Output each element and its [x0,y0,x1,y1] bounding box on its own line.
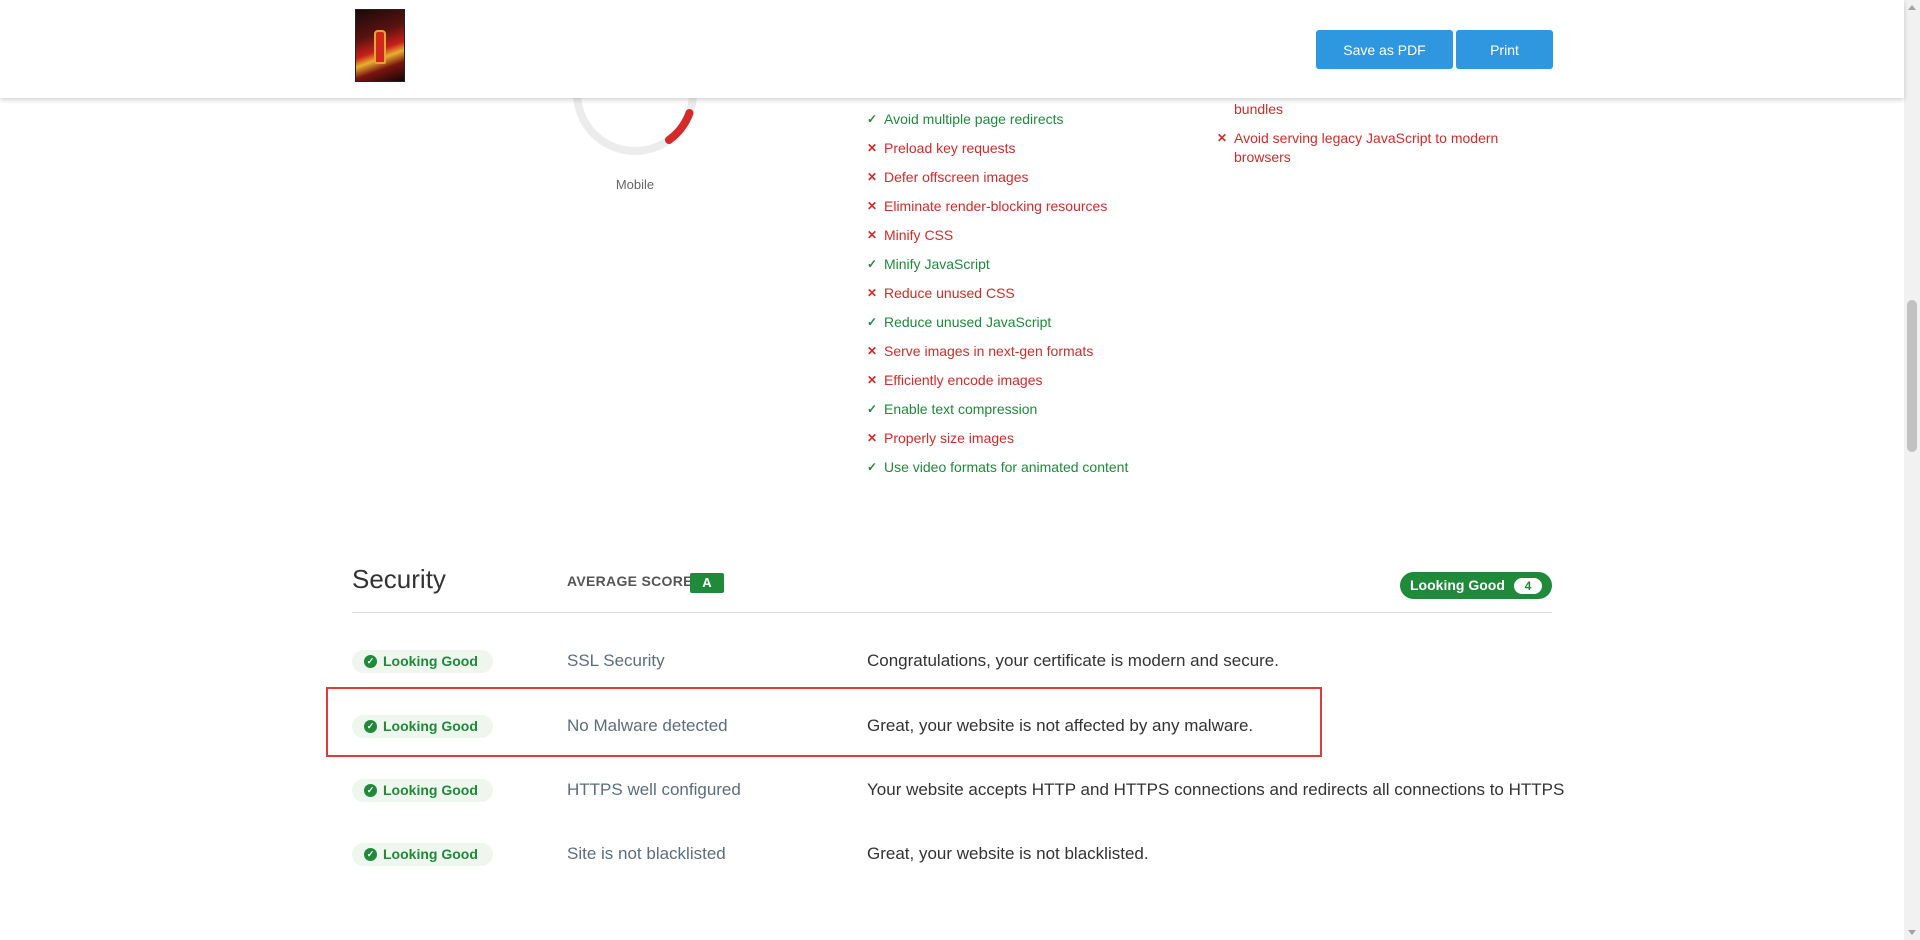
audit-item: ✕ Eliminate render-blocking resources [867,197,1187,216]
cross-icon: ✕ [867,373,878,387]
section-title: Security [352,564,446,594]
check-circle-icon: ✓ [364,848,377,861]
status-label: Looking Good [383,653,478,669]
section-divider [352,612,1552,613]
header-bar: Save as PDF Print [0,0,1904,98]
audit-label: Enable text compression [884,401,1038,417]
status-badge: ✓ Looking Good [352,843,493,866]
status-badge: ✓ Looking Good [352,650,493,673]
audit-item: ✕ Properly size images [867,429,1187,448]
cross-icon: ✕ [867,170,878,184]
status-label: Looking Good [383,782,478,798]
security-check-description: Your website accepts HTTP and HTTPS conn… [867,780,1565,799]
audit-item: ✕ Efficiently encode images [867,371,1187,390]
check-icon: ✓ [867,460,878,474]
security-check-description: Great, your website is not blacklisted. [867,844,1149,863]
audit-item: ✕ Avoid serving legacy JavaScript to mode… [1217,129,1517,167]
security-check-name: SSL Security [567,651,665,670]
cross-icon: ✕ [867,431,878,445]
audit-item: ✕ Reduce unused CSS [867,284,1187,303]
status-label: Looking Good [383,846,478,862]
audit-item: ✓ Reduce unused JavaScript [867,313,1187,332]
check-icon: ✓ [867,257,878,271]
cross-icon: ✕ [867,344,878,358]
audit-label: Minify CSS [884,227,954,243]
save-pdf-button[interactable]: Save as PDF [1316,30,1453,69]
audit-label: Eliminate render-blocking resources [884,198,1108,214]
check-icon: ✓ [867,402,878,416]
summary-badge: Looking Good 4 [1400,572,1552,599]
average-score-badge: A [690,573,724,593]
audit-label: Reduce unused JavaScript [884,314,1052,330]
site-thumbnail-icon [355,9,405,82]
audit-label: Minify JavaScript [884,256,990,272]
summary-count: 4 [1514,578,1542,594]
scroll-down-icon[interactable] [1908,930,1916,935]
audit-label: Use video formats for animated content [884,459,1129,475]
check-circle-icon: ✓ [364,784,377,797]
status-badge: ✓ Looking Good [352,779,493,802]
audit-label: Avoid serving legacy JavaScript to moder… [1234,130,1499,165]
gauge-label: Mobile [615,177,655,192]
audit-item: ✕ Preload key requests [867,139,1187,158]
audit-label: Defer offscreen images [884,169,1029,185]
check-icon: ✓ [867,112,878,126]
security-check-description: Congratulations, your certificate is mod… [867,651,1279,670]
check-circle-icon: ✓ [364,655,377,668]
print-button[interactable]: Print [1456,30,1553,69]
cross-icon: ✕ [1217,131,1228,145]
audit-label: Avoid multiple page redirects [884,111,1064,127]
check-icon: ✓ [867,315,878,329]
audit-label: bundles [1234,101,1284,117]
audit-label: Serve images in next-gen formats [884,343,1094,359]
audit-item: ✕ Minify CSS [867,226,1187,245]
audit-item: ✕ Serve images in next-gen formats [867,342,1187,361]
cross-icon: ✕ [867,228,878,242]
security-check-name: Site is not blacklisted [567,844,726,863]
average-score-label: AVERAGE SCORE: [567,573,698,589]
cross-icon: ✕ [867,286,878,300]
scrollbar-thumb[interactable] [1907,300,1917,452]
cross-icon: ✕ [867,199,878,213]
security-check-name: HTTPS well configured [567,780,741,799]
audit-item: ✓ Enable text compression [867,400,1187,419]
audit-item: ✓ Avoid multiple page redirects [867,110,1187,129]
scroll-up-icon[interactable] [1908,5,1916,10]
audit-label: Efficiently encode images [884,372,1043,388]
audit-item: ✓ Minify JavaScript [867,255,1187,274]
summary-label: Looking Good [1410,577,1505,593]
audit-label: Reduce unused CSS [884,285,1015,301]
audit-label: Preload key requests [884,140,1016,156]
audit-label: Properly size images [884,430,1014,446]
cross-icon: ✕ [867,141,878,155]
scrollbar[interactable] [1904,0,1920,940]
audit-item: ✕ Defer offscreen images [867,168,1187,187]
audit-item: bundles [1217,100,1517,119]
highlight-box [326,687,1322,757]
audit-item: ✓ Use video formats for animated content [867,458,1187,477]
